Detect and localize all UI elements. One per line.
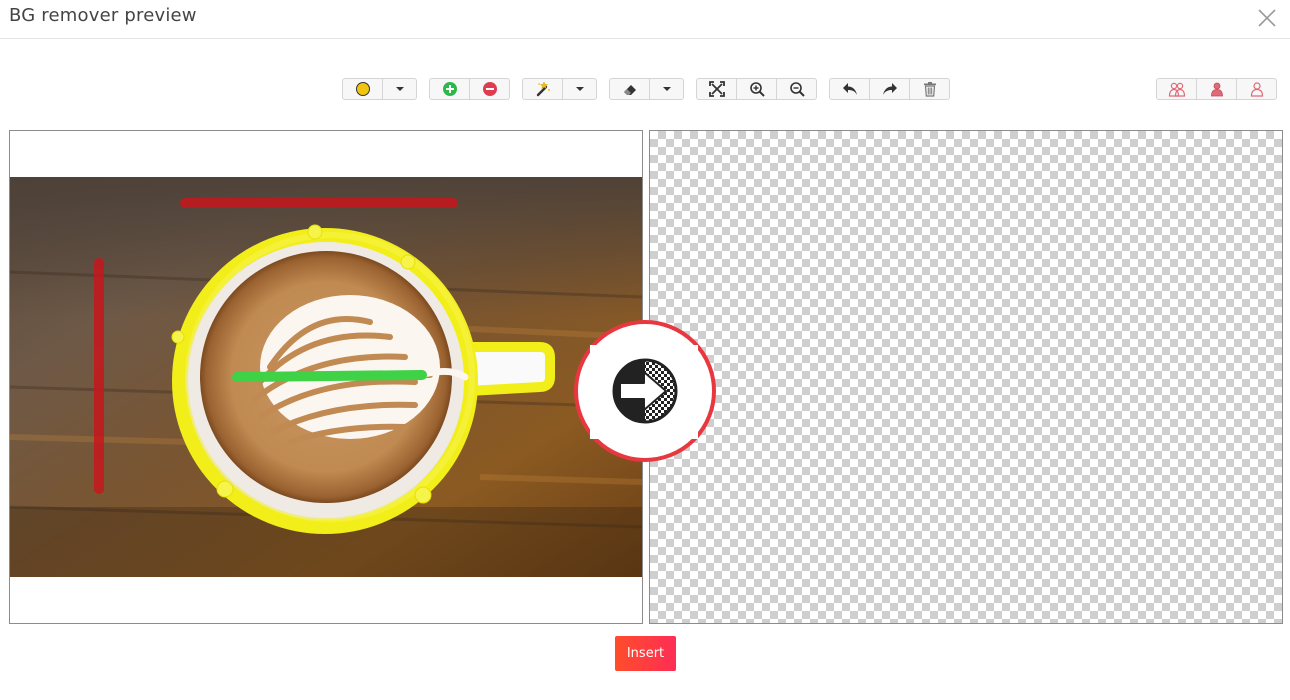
redo-button[interactable] xyxy=(870,79,910,99)
result-canvas[interactable] xyxy=(649,130,1283,624)
zoom-out-button[interactable] xyxy=(777,79,816,99)
arrow-right-icon xyxy=(612,358,678,424)
eraser-group xyxy=(609,78,684,100)
clear-button[interactable] xyxy=(910,79,949,99)
source-canvas[interactable] xyxy=(9,130,643,624)
undo-icon xyxy=(842,83,857,95)
magic-group xyxy=(522,78,597,100)
history-group xyxy=(829,78,950,100)
insert-button[interactable]: Insert xyxy=(615,636,676,671)
view-group xyxy=(696,78,817,100)
fit-screen-icon xyxy=(708,81,725,97)
chevron-down-icon xyxy=(662,87,671,91)
person-outline-button[interactable] xyxy=(1237,79,1276,99)
eraser-button[interactable] xyxy=(610,79,650,99)
fit-screen-button[interactable] xyxy=(697,79,737,99)
color-swatch-button[interactable] xyxy=(343,79,383,99)
people-icon xyxy=(1168,82,1185,97)
mark-remove-button[interactable] xyxy=(470,79,509,99)
color-swatch-icon xyxy=(355,82,370,96)
chevron-down-icon xyxy=(575,87,584,91)
zoom-in-icon xyxy=(749,82,765,97)
people-button[interactable] xyxy=(1157,79,1197,99)
person-button[interactable] xyxy=(1197,79,1237,99)
chevron-down-icon xyxy=(395,87,404,91)
subject-group xyxy=(1156,78,1277,100)
source-photo[interactable] xyxy=(10,177,642,577)
eraser-icon xyxy=(623,85,636,95)
zoom-in-button[interactable] xyxy=(737,79,777,99)
zoom-out-icon xyxy=(789,82,805,97)
mark-group xyxy=(429,78,510,100)
person-icon xyxy=(1210,82,1223,97)
modal-header: BG remover preview xyxy=(0,0,1290,39)
color-group xyxy=(342,78,417,100)
magic-dropdown-button[interactable] xyxy=(563,79,596,99)
plus-circle-icon xyxy=(442,82,457,96)
color-dropdown-button[interactable] xyxy=(383,79,416,99)
minus-circle-icon xyxy=(482,82,497,96)
mark-keep-button[interactable] xyxy=(430,79,470,99)
eraser-dropdown-button[interactable] xyxy=(650,79,683,99)
person-outline-icon xyxy=(1250,82,1263,97)
trash-icon xyxy=(923,82,936,97)
transfer-arrow-badge xyxy=(574,320,716,462)
undo-button[interactable] xyxy=(830,79,870,99)
redo-icon xyxy=(882,83,897,95)
magic-wand-button[interactable] xyxy=(523,79,563,99)
magic-wand-icon xyxy=(536,81,550,97)
close-icon[interactable] xyxy=(1256,7,1278,29)
modal-title: BG remover preview xyxy=(9,5,197,26)
